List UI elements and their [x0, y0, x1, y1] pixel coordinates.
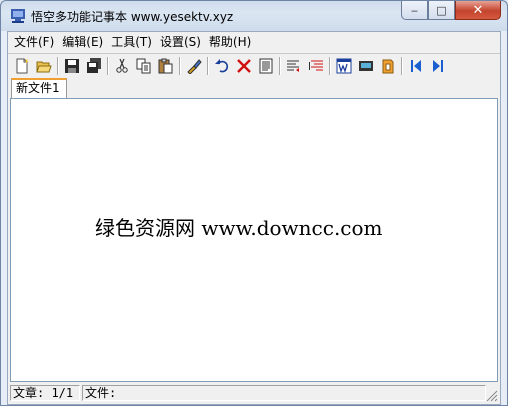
toolbar-separator [179, 56, 181, 75]
format-icon [187, 58, 202, 74]
save-all-icon [87, 57, 101, 73]
copy-icon [136, 58, 151, 73]
menu-help[interactable]: 帮助(H) [205, 33, 255, 51]
caption-buttons: ‒ □ ✕ [401, 1, 501, 21]
cut-button[interactable] [111, 55, 133, 77]
minimize-icon: ‒ [411, 3, 418, 17]
toolbar-separator [107, 56, 109, 75]
delete-icon [237, 58, 251, 73]
menu-edit[interactable]: 编辑(E) [58, 33, 107, 51]
resize-grip-icon[interactable] [486, 390, 498, 402]
toolbar [8, 53, 500, 77]
editor-area[interactable]: 绿色资源网 www.downcc.com [10, 98, 498, 382]
first-button[interactable] [405, 55, 427, 77]
document-button[interactable] [255, 55, 277, 77]
maximize-button[interactable]: □ [428, 1, 455, 20]
document-icon [259, 58, 273, 73]
clip-button[interactable] [377, 55, 399, 77]
clip-icon [382, 59, 394, 73]
undo-button[interactable] [211, 55, 233, 77]
open-file-button[interactable] [33, 55, 55, 77]
save-button[interactable] [61, 55, 83, 77]
menu-tools[interactable]: 工具(T) [107, 33, 156, 51]
tab-new-file-1[interactable]: 新文件1 [11, 78, 67, 98]
word-button[interactable] [333, 55, 355, 77]
new-file-button[interactable] [11, 55, 33, 77]
save-icon [65, 58, 79, 73]
delete-button[interactable] [233, 55, 255, 77]
maximize-icon: □ [436, 3, 447, 17]
wrap-left-button[interactable] [283, 55, 305, 77]
keyboard-icon [359, 60, 373, 71]
last-icon [433, 59, 443, 72]
keyboard-button[interactable] [355, 55, 377, 77]
menu-settings[interactable]: 设置(S) [156, 33, 205, 51]
toolbar-separator [57, 56, 59, 75]
first-icon [411, 59, 421, 72]
client-area: 文件(F) 编辑(E) 工具(T) 设置(S) 帮助(H) 新文件1 绿色资源网… [7, 31, 501, 405]
wrap-right-icon [309, 60, 323, 70]
new-file-icon [16, 57, 29, 73]
toolbar-separator [279, 56, 281, 75]
cut-icon [116, 58, 128, 73]
undo-icon [215, 58, 229, 72]
tab-bar: 新文件1 [8, 78, 500, 98]
app-icon [11, 9, 25, 23]
menu-file[interactable]: 文件(F) [10, 33, 58, 51]
title-bar[interactable]: 悟空多功能记事本 www.yesektv.xyz ‒ □ ✕ [1, 1, 507, 31]
paste-icon [158, 58, 173, 73]
close-button[interactable]: ✕ [455, 1, 501, 20]
window-title: 悟空多功能记事本 www.yesektv.xyz [31, 10, 234, 24]
last-button[interactable] [427, 55, 449, 77]
close-icon: ✕ [472, 2, 484, 18]
wrap-right-button[interactable] [305, 55, 327, 77]
status-bar: 文章: 1/1 文件: [8, 382, 500, 404]
toolbar-separator [329, 56, 331, 75]
save-all-button[interactable] [83, 55, 105, 77]
minimize-button[interactable]: ‒ [401, 1, 428, 20]
status-article: 文章: 1/1 [10, 385, 80, 401]
toolbar-separator [401, 56, 403, 75]
open-folder-icon [36, 61, 52, 72]
editor-content: 绿色资源网 www.downcc.com [95, 216, 383, 240]
copy-button[interactable] [133, 55, 155, 77]
format-button[interactable] [183, 55, 205, 77]
word-icon [336, 58, 352, 73]
wrap-left-icon [287, 60, 299, 72]
status-file: 文件: [82, 385, 486, 401]
app-window: 悟空多功能记事本 www.yesektv.xyz ‒ □ ✕ 文件(F) 编辑(… [0, 0, 508, 406]
menu-bar: 文件(F) 编辑(E) 工具(T) 设置(S) 帮助(H) [8, 32, 502, 52]
paste-button[interactable] [155, 55, 177, 77]
toolbar-separator [207, 56, 209, 75]
